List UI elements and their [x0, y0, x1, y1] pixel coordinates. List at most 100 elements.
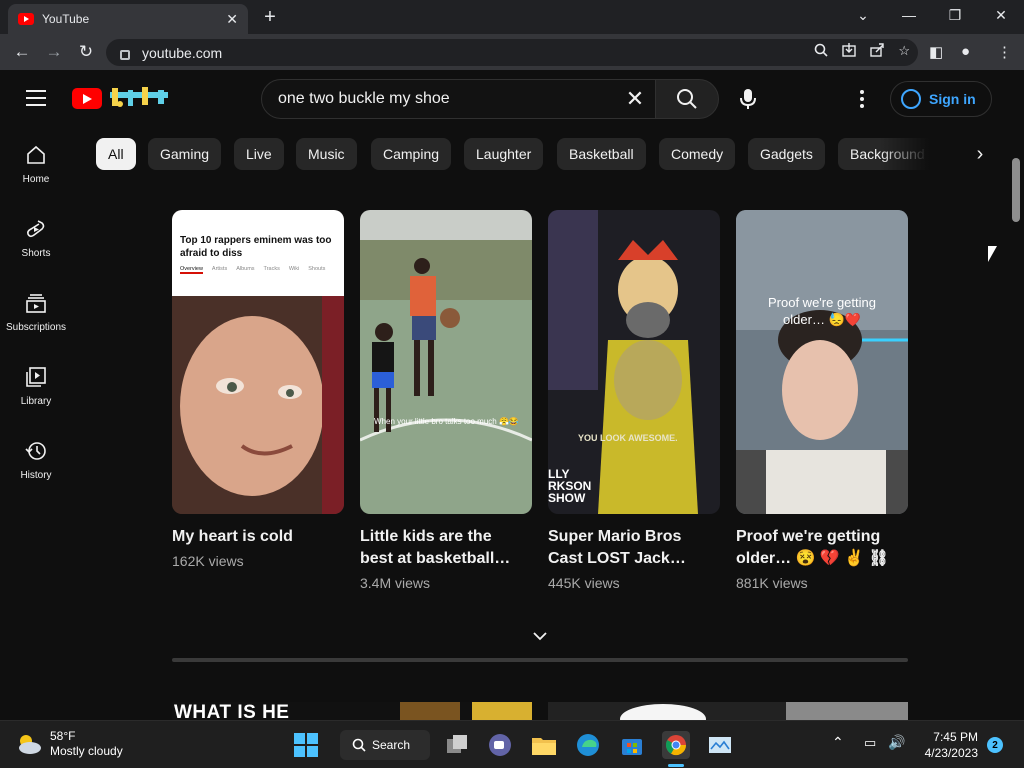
- chip-gadgets[interactable]: Gadgets: [748, 138, 825, 170]
- chip-fade: [880, 138, 950, 170]
- install-icon[interactable]: [842, 43, 857, 57]
- short-thumbnail-4[interactable]: Proof we're getting older… 😓❤️: [736, 210, 908, 514]
- task-view-icon[interactable]: [443, 731, 471, 759]
- chip-all[interactable]: All: [96, 138, 136, 170]
- video-caption: When your little bro talks too much 😤😂: [374, 417, 519, 426]
- system-clock[interactable]: 7:45 PM 4/23/2023: [918, 729, 978, 761]
- chip-camping[interactable]: Camping: [371, 138, 452, 170]
- sidebar-item-shorts[interactable]: Shorts: [0, 202, 72, 272]
- chip-gaming[interactable]: Gaming: [148, 138, 222, 170]
- voice-search-button[interactable]: [728, 79, 768, 119]
- url-text: youtube.com: [142, 44, 223, 61]
- edge-browser-icon[interactable]: [574, 731, 602, 759]
- browser-tab[interactable]: YouTube ✕: [8, 4, 248, 34]
- close-window-button[interactable]: ✕: [978, 0, 1024, 30]
- teams-chat-icon[interactable]: [486, 731, 514, 759]
- page-scrollbar[interactable]: [1012, 158, 1020, 222]
- search-box[interactable]: one two buckle my shoe ✕: [261, 79, 656, 119]
- profile-icon[interactable]: ●: [961, 43, 970, 60]
- notification-badge[interactable]: 2: [987, 737, 1003, 753]
- library-icon: [26, 367, 46, 387]
- short-views-1: 162K views: [172, 553, 244, 569]
- title-line: Proof we're getting: [736, 528, 881, 545]
- title-line: Cast LOST Jack…: [548, 550, 686, 567]
- short-thumbnail-2[interactable]: When your little bro talks too much 😤😂: [360, 210, 532, 514]
- bookmark-star-icon[interactable]: ☆: [898, 43, 910, 59]
- chip-basketball[interactable]: Basketball: [557, 138, 646, 170]
- doodle-logo-icon[interactable]: [106, 84, 172, 110]
- browser-menu-icon[interactable]: ⋮: [997, 43, 1012, 61]
- short-thumbnail-1[interactable]: Top 10 rappers eminem was too afraid to …: [172, 210, 344, 514]
- tab-search-chevron-icon[interactable]: ⌄: [840, 0, 886, 30]
- subscriptions-icon: [26, 294, 46, 313]
- reload-button[interactable]: ↻: [74, 41, 98, 63]
- short-views-4: 881K views: [736, 575, 808, 591]
- sign-in-button[interactable]: Sign in: [890, 81, 992, 117]
- overlay-tab: Tracks: [263, 266, 280, 272]
- sidebar-label: Shorts: [21, 248, 51, 259]
- cartoon-face-image: [172, 296, 344, 514]
- next-video-thumbnail-2[interactable]: [548, 702, 908, 720]
- short-thumbnail-3[interactable]: YOU LOOK AWESOME. LLY RKSON SHOW: [548, 210, 720, 514]
- sidebar-item-library[interactable]: Library: [0, 350, 72, 420]
- taskbar-search-button[interactable]: Search: [340, 730, 430, 760]
- cloudy-weather-icon: [19, 735, 41, 754]
- side-panel-icon[interactable]: ◧: [929, 43, 943, 61]
- network-icon[interactable]: ▭: [864, 735, 876, 751]
- clear-search-icon[interactable]: ✕: [615, 86, 655, 112]
- shorts-icon: [27, 220, 45, 238]
- tray-overflow-chevron-icon[interactable]: ⌃: [832, 734, 844, 751]
- sidebar-item-subscriptions[interactable]: Subscriptions: [0, 276, 72, 346]
- overlay-tab: Shouts: [308, 266, 326, 272]
- short-title-2[interactable]: Little kids are the best at basketball…: [360, 526, 532, 570]
- new-tab-button[interactable]: +: [258, 6, 282, 29]
- weather-widget[interactable]: 58°F Mostly cloudy: [14, 729, 123, 759]
- youtube-logo[interactable]: [72, 88, 102, 109]
- volume-icon[interactable]: 🔊: [888, 734, 905, 751]
- overlay-tab: Artists: [211, 266, 228, 272]
- microsoft-store-icon[interactable]: [618, 731, 646, 759]
- search-icon[interactable]: [814, 43, 828, 57]
- guide-menu-button[interactable]: [26, 90, 46, 106]
- short-title-1[interactable]: My heart is cold: [172, 526, 344, 548]
- sidebar-label: Subscriptions: [5, 322, 67, 333]
- share-icon[interactable]: [870, 43, 885, 57]
- sidebar-label: History: [20, 470, 52, 481]
- clock-time: 7:45 PM: [933, 730, 978, 744]
- chrome-browser-icon[interactable]: [662, 731, 690, 759]
- search-input[interactable]: one two buckle my shoe: [278, 90, 615, 108]
- screenshot-app-icon[interactable]: [706, 731, 734, 759]
- forward-button[interactable]: →: [42, 41, 66, 63]
- settings-menu-icon[interactable]: [852, 90, 872, 108]
- title-line: best at basketball…: [360, 550, 511, 567]
- microphone-icon: [740, 89, 756, 109]
- clock-date: 4/23/2023: [924, 746, 978, 760]
- video-caption: Proof we're getting older… 😓❤️: [736, 294, 908, 328]
- omnibox[interactable]: youtube.com ☆: [106, 39, 918, 66]
- chip-music[interactable]: Music: [296, 138, 357, 170]
- chip-next-chevron-icon[interactable]: ›: [964, 138, 996, 170]
- youtube-header: one two buckle my shoe ✕ Sign in: [0, 70, 1024, 128]
- file-explorer-icon[interactable]: [530, 731, 558, 759]
- chip-comedy[interactable]: Comedy: [659, 138, 736, 170]
- back-button[interactable]: ←: [10, 41, 34, 63]
- search-button[interactable]: [655, 79, 719, 119]
- sidebar-item-home[interactable]: Home: [0, 128, 72, 198]
- tab-close-icon[interactable]: ✕: [226, 11, 238, 28]
- sidebar-item-history[interactable]: History: [0, 424, 72, 494]
- short-title-3[interactable]: Super Mario Bros Cast LOST Jack…: [548, 526, 720, 570]
- lock-icon[interactable]: [120, 49, 130, 60]
- overlay-tab: Albums: [236, 266, 255, 272]
- next-video-thumbnail-1[interactable]: WHAT IS HE: [172, 702, 532, 720]
- chip-live[interactable]: Live: [234, 138, 284, 170]
- restore-button[interactable]: ❐: [932, 0, 978, 30]
- windows-start-icon[interactable]: [292, 731, 320, 759]
- sign-in-label: Sign in: [929, 91, 976, 107]
- show-more-chevron-icon[interactable]: [530, 626, 550, 646]
- chip-laughter[interactable]: Laughter: [464, 138, 544, 170]
- short-title-4[interactable]: Proof we're getting older… 😵 💔 ✌ ⛓: [736, 526, 908, 570]
- account-icon: [901, 89, 921, 109]
- minimize-button[interactable]: —: [886, 0, 932, 30]
- history-icon: [25, 442, 46, 460]
- weather-condition: Mostly cloudy: [50, 744, 123, 758]
